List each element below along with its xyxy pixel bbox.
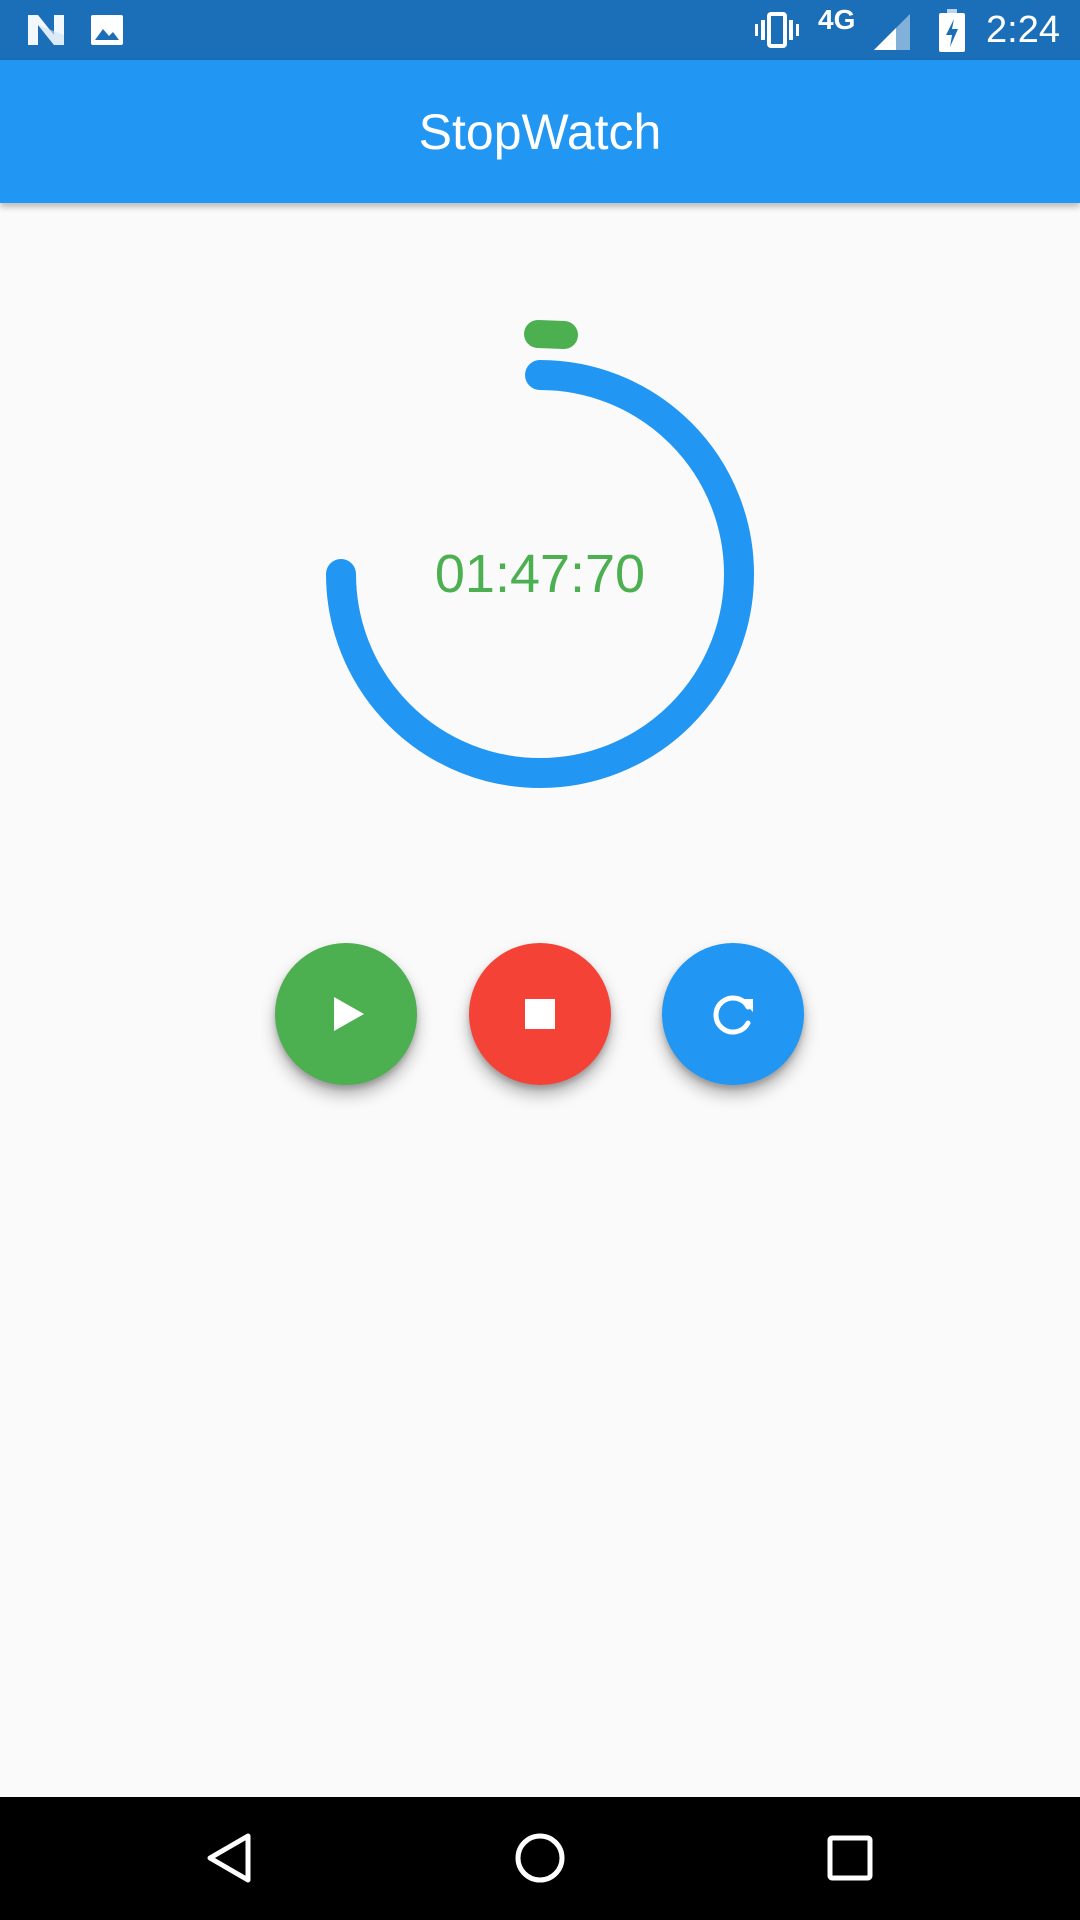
navigation-bar — [0, 1797, 1080, 1920]
back-icon[interactable] — [200, 1828, 260, 1888]
play-icon — [334, 997, 364, 1031]
home-icon[interactable] — [510, 1828, 570, 1888]
timer-display: 01:47:70 — [434, 544, 646, 604]
reset-button[interactable] — [662, 943, 804, 1085]
recents-icon[interactable] — [820, 1828, 880, 1888]
stop-button[interactable] — [469, 943, 611, 1085]
refresh-icon — [713, 995, 753, 1035]
start-indicator — [524, 320, 578, 349]
app-bar: StopWatch — [0, 60, 1080, 203]
stop-icon — [525, 999, 555, 1029]
app-title: StopWatch — [418, 104, 662, 160]
start-button[interactable] — [275, 943, 417, 1085]
